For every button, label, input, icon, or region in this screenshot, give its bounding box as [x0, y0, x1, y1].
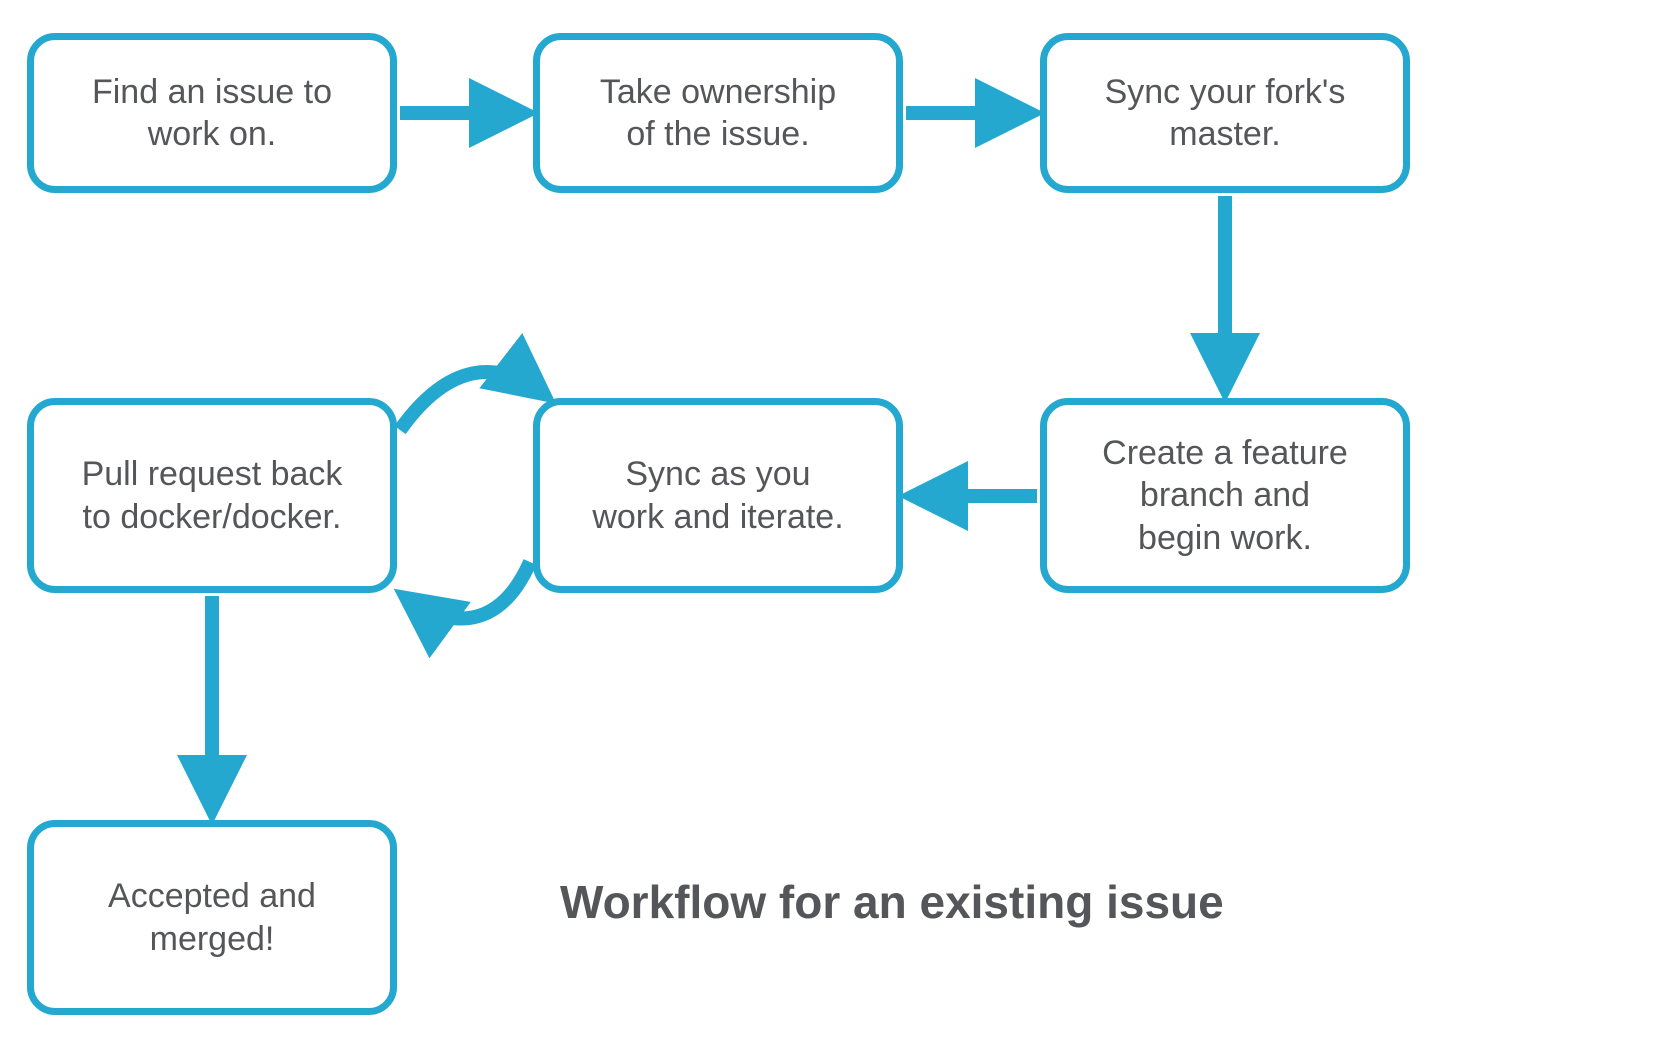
node-text: Find an issue to work on.	[92, 71, 332, 156]
node-sync-fork: Sync your fork's master.	[1040, 33, 1410, 193]
node-accepted: Accepted and merged!	[27, 820, 397, 1015]
workflow-diagram: Find an issue to work on. Take ownership…	[0, 0, 1660, 1064]
node-text: Sync as you work and iterate.	[592, 453, 843, 538]
node-sync-iterate: Sync as you work and iterate.	[533, 398, 903, 593]
diagram-title: Workflow for an existing issue	[560, 875, 1224, 929]
node-text: Accepted and merged!	[108, 875, 316, 960]
node-create-branch: Create a feature branch and begin work.	[1040, 398, 1410, 593]
node-pull-request: Pull request back to docker/docker.	[27, 398, 397, 593]
node-text: Sync your fork's master.	[1105, 71, 1346, 156]
node-text: Take ownership of the issue.	[600, 71, 836, 156]
node-text: Pull request back to docker/docker.	[82, 453, 343, 538]
arrow-curve-icon	[400, 372, 545, 430]
arrow-curve-icon	[405, 562, 530, 619]
node-find-issue: Find an issue to work on.	[27, 33, 397, 193]
node-take-ownership: Take ownership of the issue.	[533, 33, 903, 193]
node-text: Create a feature branch and begin work.	[1102, 432, 1348, 560]
